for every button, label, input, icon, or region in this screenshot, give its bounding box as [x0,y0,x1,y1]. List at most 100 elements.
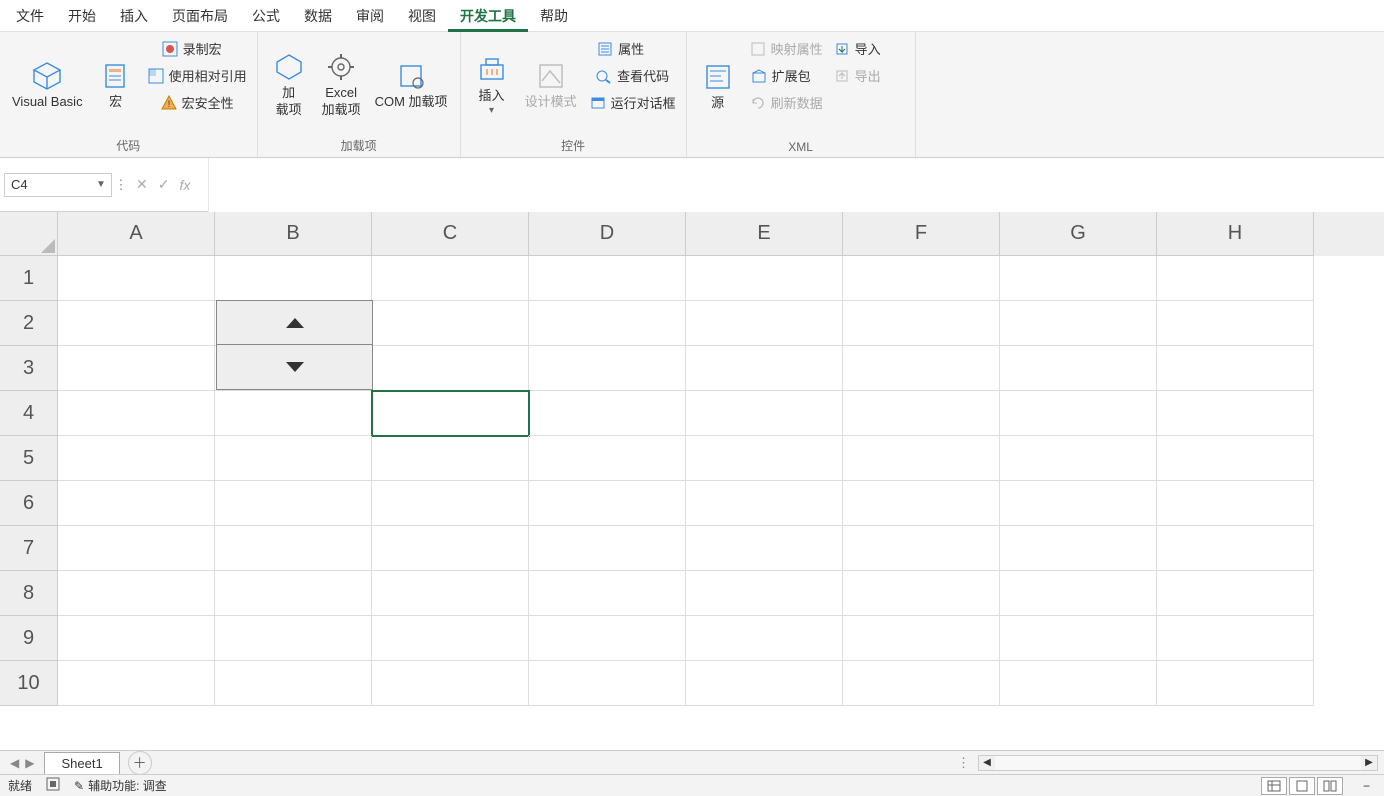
scroll-right-icon[interactable]: ▶ [1361,757,1377,768]
menu-review[interactable]: 审阅 [344,0,396,32]
group-label-xml: XML [693,137,909,157]
ribbon-group-xml: 源 映射属性 扩展包 刷新数据 导入 [687,32,916,157]
sheet-nav: ◀ ▶ [0,756,44,770]
horizontal-scrollbar[interactable]: ◀ ▶ [978,755,1378,771]
cells-area[interactable] [58,256,1384,750]
cell-reference: C4 [11,177,28,192]
com-icon [395,60,427,92]
cancel-icon[interactable]: ✕ [136,176,148,193]
dialog-icon [589,94,607,112]
menu-view[interactable]: 视图 [396,0,448,32]
row-header-10[interactable]: 10 [0,661,58,706]
view-buttons [1261,777,1343,795]
pagelayout-view-button[interactable] [1289,777,1315,795]
ribbon: Visual Basic 宏 录制宏 使用相对引用 ! 宏安全性 [0,32,1384,158]
macro-record-status-icon[interactable] [46,777,60,794]
props-icon [596,40,614,58]
pkg-icon [750,67,768,85]
sheet-nav-next-icon[interactable]: ▶ [25,756,34,770]
formula-input[interactable] [208,158,1384,212]
col-header-E[interactable]: E [686,212,843,256]
cube-icon [31,60,63,92]
addin-icon [273,51,305,83]
name-box[interactable]: C4 ▼ [4,173,112,197]
row-header-4[interactable]: 4 [0,391,58,436]
export-button[interactable]: 导出 [829,63,909,88]
row-header-5[interactable]: 5 [0,436,58,481]
menu-insert[interactable]: 插入 [108,0,160,32]
sheet-tab-sheet1[interactable]: Sheet1 [44,752,119,774]
col-header-G[interactable]: G [1000,212,1157,256]
toolbox-icon [476,54,508,86]
menu-file[interactable]: 文件 [4,0,56,32]
security-icon: ! [160,94,178,112]
source-icon [702,61,734,93]
col-header-B[interactable]: B [215,212,372,256]
xml-source-button[interactable]: 源 [693,36,743,137]
properties-button[interactable]: 属性 [592,36,672,61]
spin-button-control[interactable] [216,300,373,390]
ribbon-group-controls: 插入 ▾ 设计模式 属性 查看代码 运行对话框 [461,32,687,157]
use-relative-refs-button[interactable]: 使用相对引用 [143,63,251,88]
name-box-dropdown-icon[interactable]: ▼ [93,176,109,194]
svg-text:!: ! [167,99,170,109]
addins-button[interactable]: 加 载项 [264,36,314,134]
com-addins-button[interactable]: COM 加载项 [369,36,454,134]
col-header-C[interactable]: C [372,212,529,256]
formula-bar-buttons: ✕ ✓ fx [126,176,208,193]
zoom-out-button[interactable]: − [1357,779,1376,793]
col-header-D[interactable]: D [529,212,686,256]
design-mode-button[interactable]: 设计模式 [519,36,583,134]
col-header-F[interactable]: F [843,212,1000,256]
chevron-down-icon: ▾ [489,105,494,116]
macro-security-button[interactable]: ! 宏安全性 [156,90,238,115]
import-button[interactable]: 导入 [829,36,909,61]
group-label-addins: 加载项 [264,134,454,157]
menu-help[interactable]: 帮助 [528,0,580,32]
visual-basic-button[interactable]: Visual Basic [6,36,89,134]
col-header-H[interactable]: H [1157,212,1314,256]
row-header-9[interactable]: 9 [0,616,58,661]
row-header-2[interactable]: 2 [0,301,58,346]
menu-developer[interactable]: 开发工具 [448,0,528,32]
import-icon [833,40,851,58]
col-header-A[interactable]: A [58,212,215,256]
row-header-3[interactable]: 3 [0,346,58,391]
view-code-button[interactable]: 查看代码 [591,63,673,88]
fb-divider: ⋮ [116,173,126,197]
menu-data[interactable]: 数据 [292,0,344,32]
menu-home[interactable]: 开始 [56,0,108,32]
cell-C4[interactable] [372,391,529,436]
spin-up-button[interactable] [217,301,372,345]
spreadsheet-grid: A B C D E F G H 1 2 3 4 5 6 7 8 9 10 [0,212,1384,750]
normal-view-button[interactable] [1261,777,1287,795]
formula-bar: C4 ▼ ⋮ ✕ ✓ fx [0,158,1384,212]
fx-icon[interactable]: fx [179,177,190,193]
pagebreak-view-button[interactable] [1317,777,1343,795]
expansion-pack-button[interactable]: 扩展包 [746,63,826,88]
run-dialog-button[interactable]: 运行对话框 [585,90,680,115]
row-header-1[interactable]: 1 [0,256,58,301]
record-macro-button[interactable]: 录制宏 [157,36,237,61]
sheet-nav-prev-icon[interactable]: ◀ [10,756,19,770]
tab-split-icon[interactable]: ⋮ [957,755,970,771]
group-label-code: 代码 [6,134,251,157]
scroll-left-icon[interactable]: ◀ [979,757,995,768]
gear-icon [325,51,357,83]
spin-down-button[interactable] [217,345,372,389]
design-icon [535,60,567,92]
excel-addins-button[interactable]: Excel 加载项 [316,36,367,134]
macros-button[interactable]: 宏 [91,36,141,134]
row-header-8[interactable]: 8 [0,571,58,616]
row-header-6[interactable]: 6 [0,481,58,526]
menu-pagelayout[interactable]: 页面布局 [160,0,240,32]
enter-icon[interactable]: ✓ [158,176,170,193]
insert-control-button[interactable]: 插入 ▾ [467,36,517,134]
row-header-7[interactable]: 7 [0,526,58,571]
accessibility-status[interactable]: ✎辅助功能: 调查 [74,777,167,794]
refresh-data-button[interactable]: 刷新数据 [745,90,827,115]
add-sheet-button[interactable]: ＋ [128,751,152,775]
menu-formulas[interactable]: 公式 [240,0,292,32]
map-properties-button[interactable]: 映射属性 [745,36,827,61]
select-all-corner[interactable] [0,212,58,256]
